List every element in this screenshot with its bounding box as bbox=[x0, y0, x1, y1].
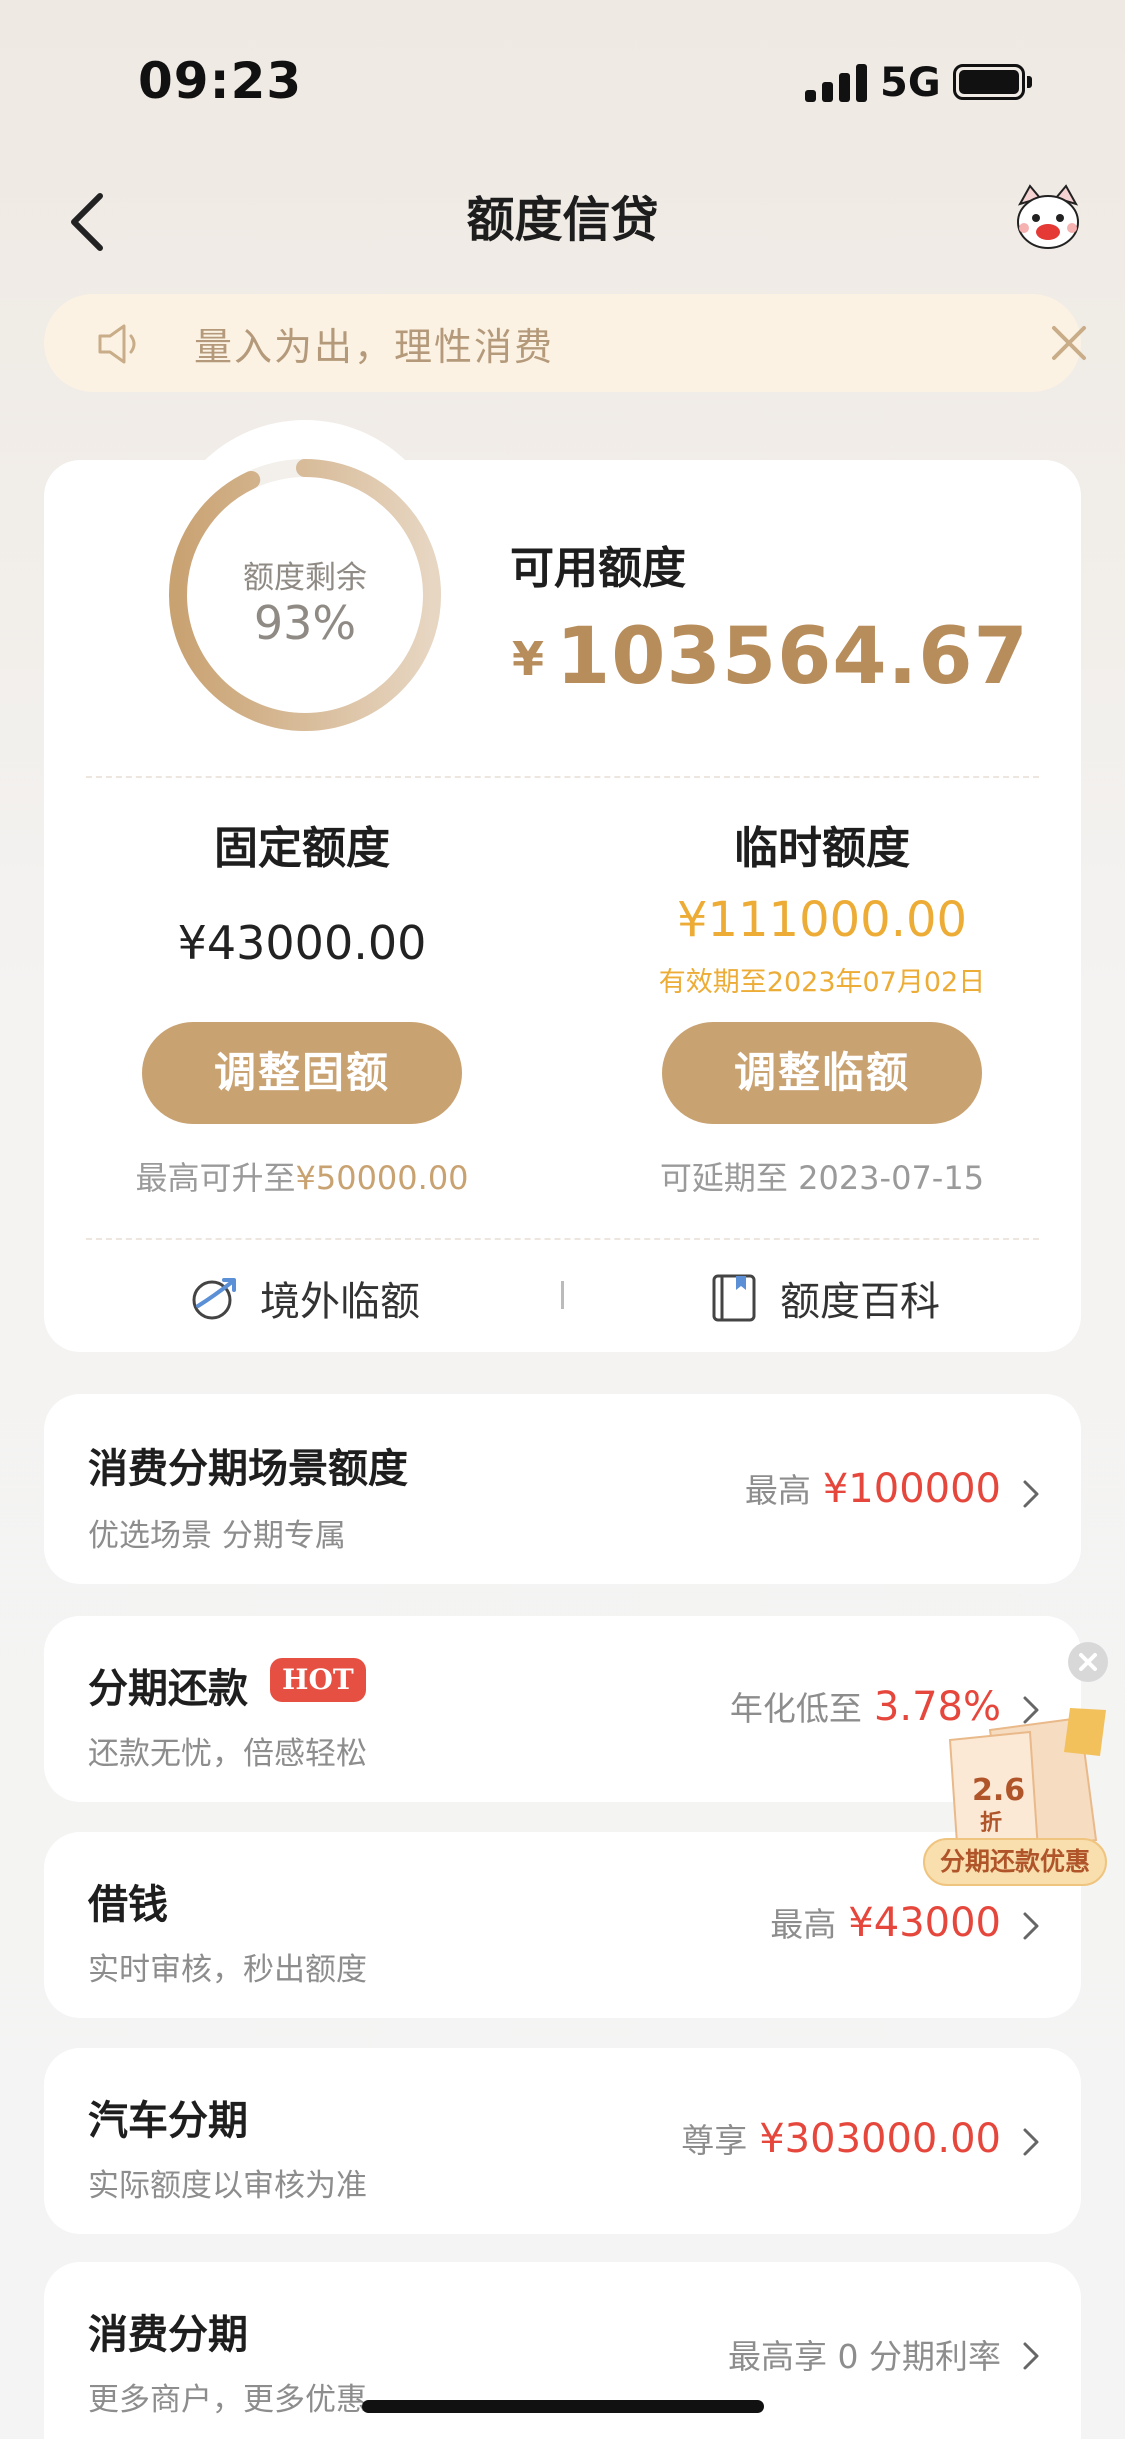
available-amount: ¥103564.67 bbox=[512, 612, 1029, 702]
chevron-right-icon bbox=[1023, 1912, 1039, 1940]
promo-discount-unit: 折 bbox=[980, 1811, 1002, 1836]
temp-valid-date: 有效期至2023年07月02日 bbox=[658, 967, 986, 998]
row-right-text: 最高 ¥43000 bbox=[770, 1898, 1001, 1946]
row-right-text: 最高 ¥100000 bbox=[745, 1464, 1001, 1512]
chevron-right-icon bbox=[1023, 2342, 1039, 2370]
row-right-prefix: 最高 bbox=[770, 1905, 837, 1944]
credit-wiki-link[interactable]: 额度百科 bbox=[708, 1270, 940, 1326]
notice-banner: 量入为出，理性消费 bbox=[44, 294, 1086, 392]
adjust-temp-button[interactable]: 调整临额 bbox=[662, 1022, 982, 1124]
list-item-scene-credit[interactable]: 消费分期场景额度 优选场景 分期专属 最高 ¥100000 bbox=[44, 1394, 1081, 1584]
close-icon bbox=[1079, 1653, 1097, 1671]
row-subtitle: 更多商户，更多优惠 bbox=[88, 2382, 367, 2418]
row-title: 借钱 bbox=[88, 1882, 168, 1928]
fixed-note-value: ¥50000.00 bbox=[295, 1159, 469, 1197]
credit-wiki-label: 额度百科 bbox=[780, 1279, 940, 1325]
chevron-right-icon bbox=[1023, 1480, 1039, 1508]
row-right-prefix: 年化低至 bbox=[729, 1689, 862, 1728]
promo-discount: 2.6 bbox=[972, 1773, 1025, 1808]
row-right-prefix: 最高享 0 分期利率 bbox=[728, 2337, 1001, 2376]
notice-text: 量入为出，理性消费 bbox=[194, 325, 555, 369]
page-title: 额度信贷 bbox=[466, 192, 659, 248]
hot-badge: HOT bbox=[270, 1658, 366, 1702]
link-divider bbox=[561, 1281, 564, 1309]
mascot-icon[interactable] bbox=[1012, 182, 1084, 254]
temp-amount: ¥111000.00 bbox=[676, 892, 968, 948]
row-title: 分期还款 bbox=[88, 1666, 248, 1712]
status-bar: 09:23 5G bbox=[0, 0, 1125, 150]
promo-label[interactable]: 分期还款优惠 bbox=[923, 1838, 1107, 1886]
row-right-value: ¥43000 bbox=[848, 1900, 1001, 1946]
available-amount-value: 103564.67 bbox=[556, 612, 1029, 702]
home-indicator[interactable] bbox=[362, 2400, 764, 2413]
divider bbox=[86, 776, 1039, 778]
row-right-value: ¥100000 bbox=[822, 1466, 1001, 1512]
chevron-right-icon bbox=[1023, 2128, 1039, 2156]
row-subtitle: 实时审核，秒出额度 bbox=[88, 1952, 367, 1988]
row-title: 消费分期场景额度 bbox=[88, 1446, 408, 1492]
plane-globe-icon bbox=[192, 1278, 236, 1320]
temp-title: 临时额度 bbox=[734, 823, 910, 874]
status-time: 09:23 bbox=[138, 52, 303, 110]
divider bbox=[86, 1238, 1039, 1240]
promo-close-button[interactable] bbox=[1068, 1642, 1108, 1682]
fixed-note-prefix: 最高可升至 bbox=[135, 1159, 296, 1197]
overseas-temp-link[interactable]: 境外临额 bbox=[188, 1270, 420, 1326]
ring-percent: 93% bbox=[253, 596, 357, 650]
book-icon bbox=[712, 1274, 756, 1322]
row-right-prefix: 尊享 bbox=[681, 2121, 748, 2160]
row-right-prefix: 最高 bbox=[744, 1471, 811, 1510]
close-icon[interactable] bbox=[1044, 318, 1094, 368]
row-subtitle: 还款无忧，倍感轻松 bbox=[88, 1736, 367, 1772]
row-subtitle: 实际额度以审核为准 bbox=[88, 2168, 367, 2204]
row-right-text: 最高享 0 分期利率 bbox=[728, 2330, 1001, 2378]
currency-symbol: ¥ bbox=[512, 632, 545, 686]
available-label: 可用额度 bbox=[510, 543, 686, 594]
overseas-temp-label: 境外临额 bbox=[260, 1279, 420, 1325]
row-right-text: 尊享 ¥303000.00 bbox=[681, 2114, 1001, 2162]
fixed-title: 固定额度 bbox=[214, 823, 390, 874]
fixed-amount: ¥43000.00 bbox=[177, 916, 427, 970]
battery-cap bbox=[1027, 76, 1032, 88]
row-subtitle: 优选场景 分期专属 bbox=[88, 1518, 346, 1554]
temp-note: 可延期至 2023-07-15 bbox=[659, 1159, 985, 1197]
fixed-note: 最高可升至¥50000.00 bbox=[72, 1153, 532, 1199]
row-title: 消费分期 bbox=[88, 2312, 248, 2358]
row-right-value: ¥303000.00 bbox=[759, 2116, 1001, 2162]
signal-icon bbox=[805, 62, 869, 102]
speaker-icon bbox=[98, 324, 136, 364]
list-item-car-installment[interactable]: 汽车分期 实际额度以审核为准 尊享 ¥303000.00 bbox=[44, 2048, 1081, 2234]
adjust-fixed-button[interactable]: 调整固额 bbox=[142, 1022, 462, 1124]
network-label: 5G bbox=[880, 60, 941, 106]
page: 09:23 5G 额度信贷 量入为出，理性消费 额度剩余 93% 可用额度 ¥ … bbox=[0, 0, 1125, 2439]
row-title: 汽车分期 bbox=[88, 2098, 248, 2144]
ring-label: 额度剩余 bbox=[243, 560, 367, 596]
battery-icon bbox=[953, 64, 1025, 100]
